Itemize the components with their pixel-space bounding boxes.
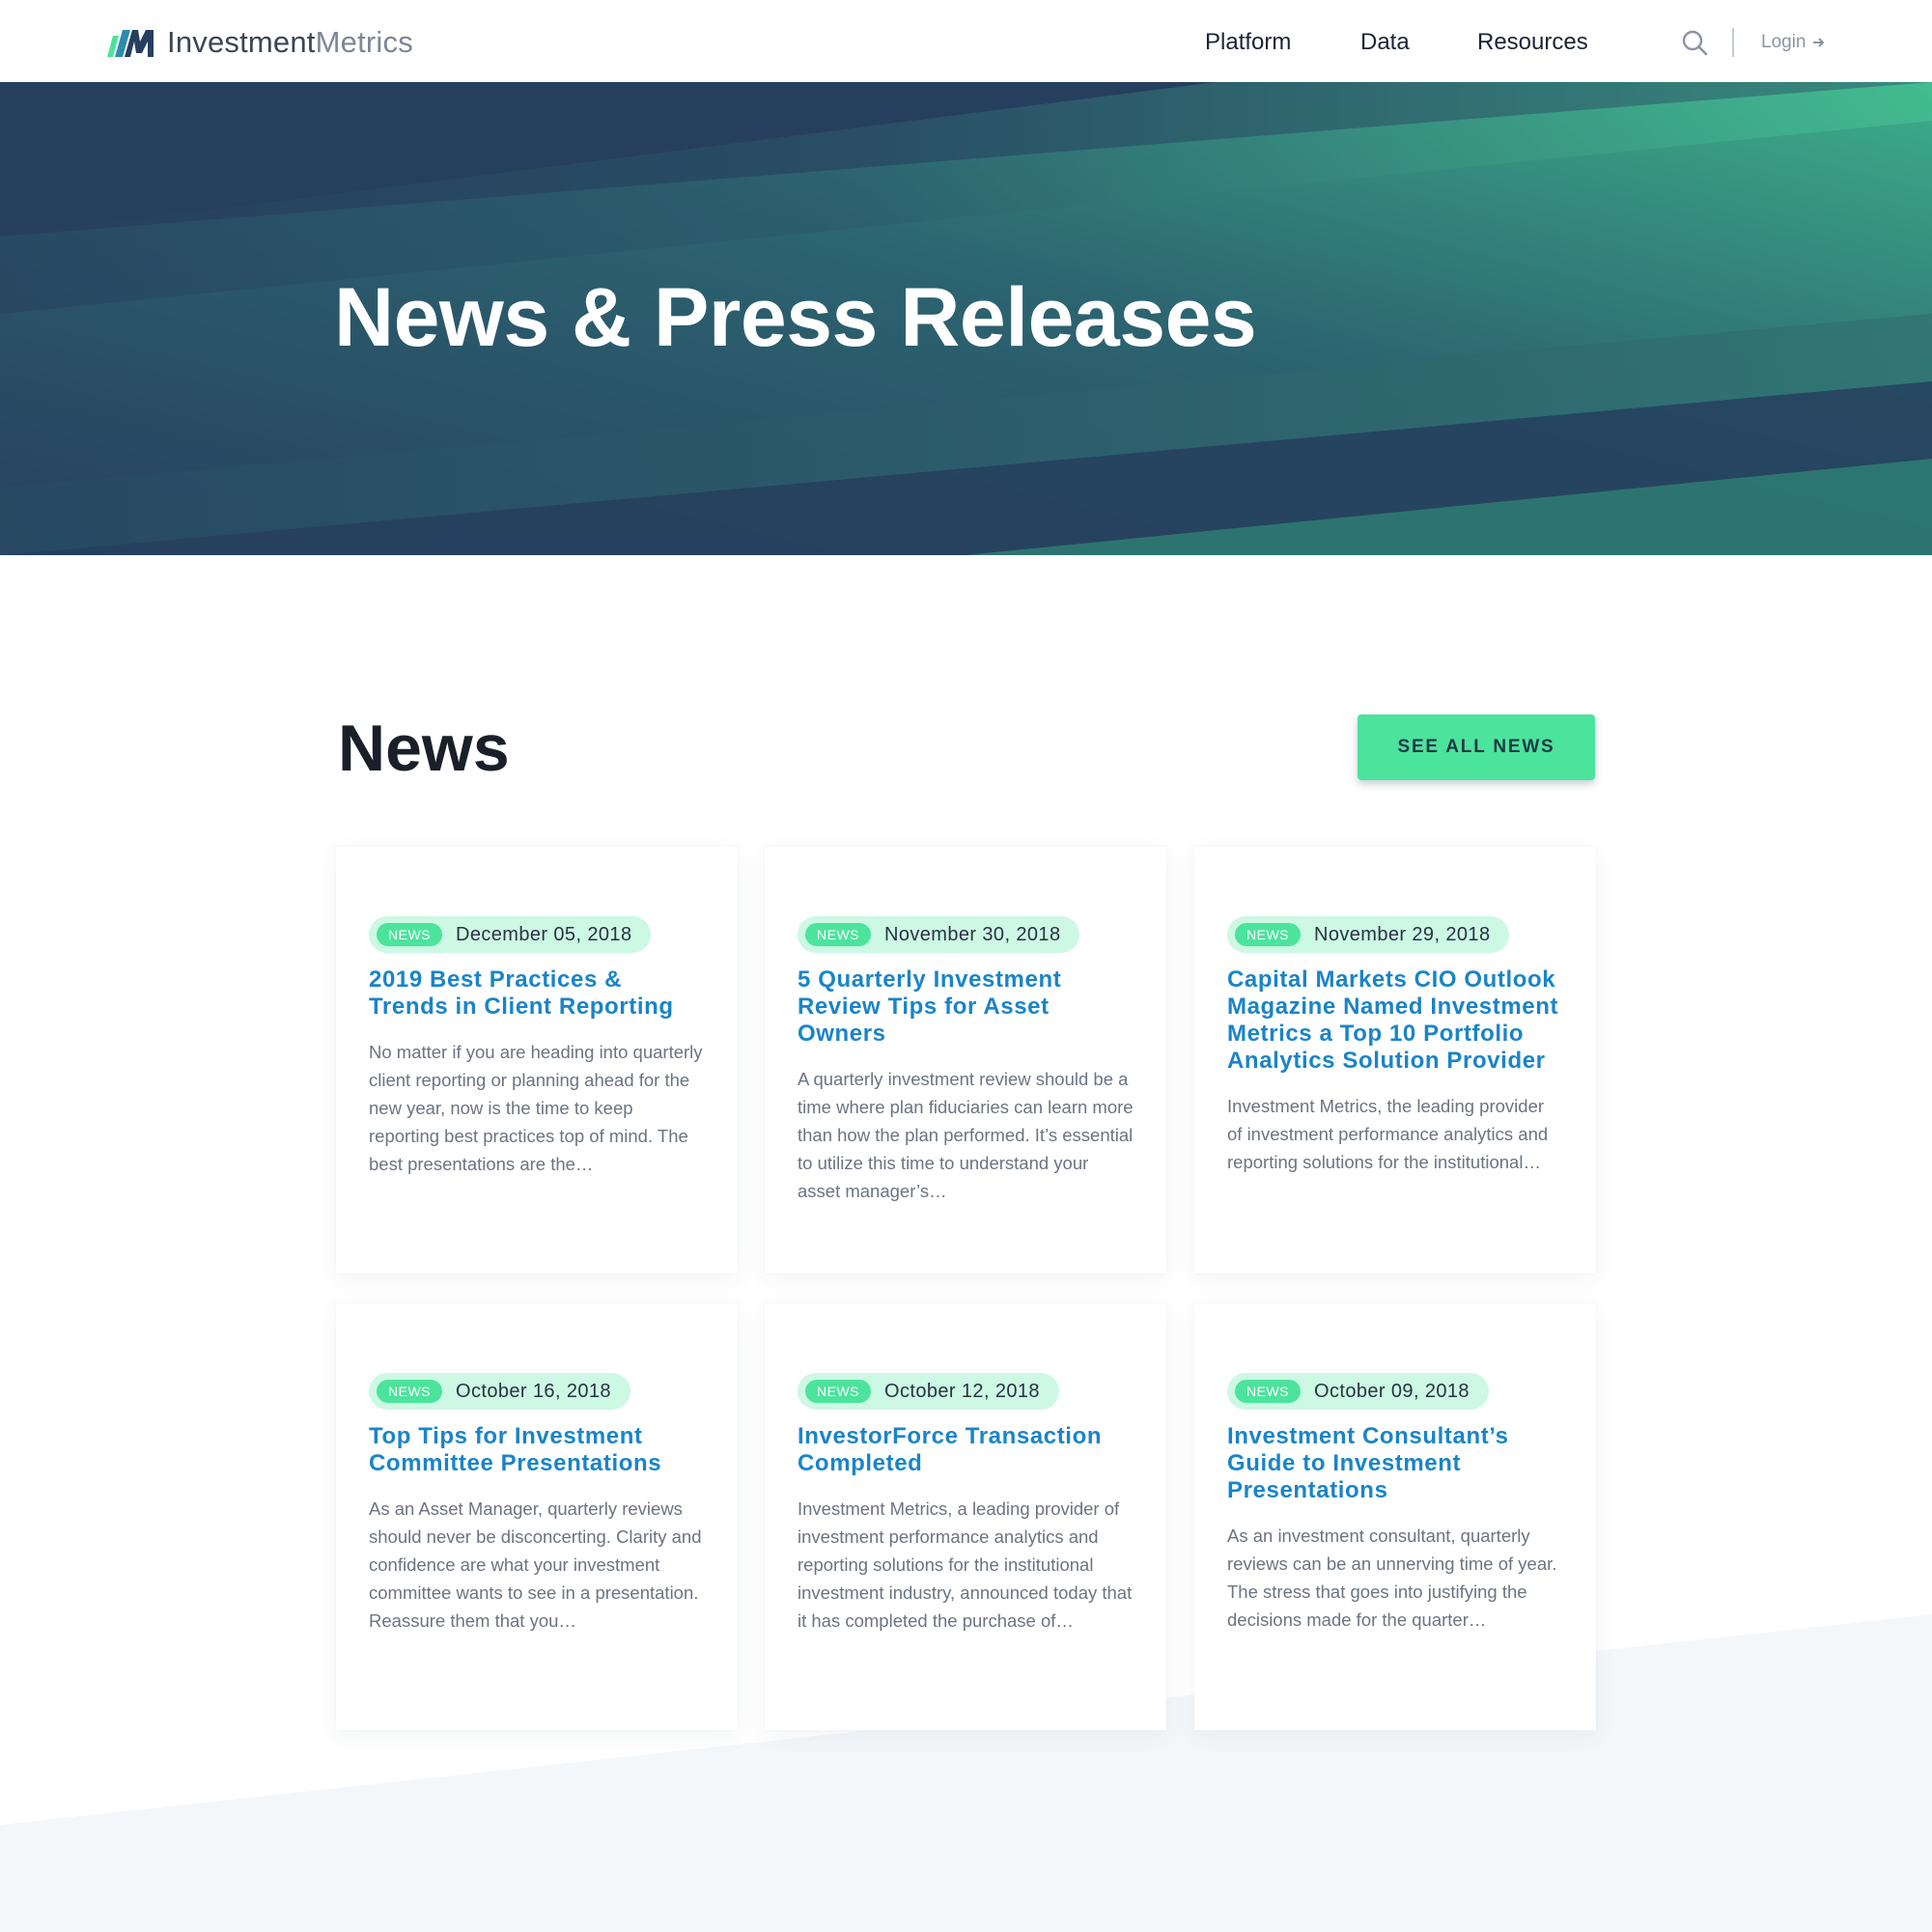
site-header: InvestmentMetrics Platform Data Resource… xyxy=(0,0,1932,82)
logo-text: InvestmentMetrics xyxy=(167,25,413,59)
card-meta: NEWS October 09, 2018 xyxy=(1227,1373,1489,1410)
card-meta: NEWS October 16, 2018 xyxy=(369,1373,630,1410)
card-meta: NEWS November 30, 2018 xyxy=(798,916,1080,953)
nav-resources[interactable]: Resources xyxy=(1477,23,1588,62)
nav-platform[interactable]: Platform xyxy=(1205,23,1291,62)
category-badge: NEWS xyxy=(1235,923,1301,946)
header-divider xyxy=(1732,28,1734,57)
login-label: Login xyxy=(1761,32,1806,52)
card-date: November 30, 2018 xyxy=(884,923,1061,945)
news-card[interactable]: NEWS November 29, 2018 Capital Markets C… xyxy=(1194,847,1596,1274)
card-excerpt: As an Asset Manager, quarterly reviews s… xyxy=(369,1498,702,1631)
logo[interactable]: InvestmentMetrics xyxy=(107,23,413,62)
card-excerpt: No matter if you are heading into quarte… xyxy=(369,1042,703,1174)
section-title: News xyxy=(338,712,510,785)
hero-title: News & Press Releases xyxy=(334,271,1257,364)
card-title[interactable]: Investment Consultant’s Guide to Investm… xyxy=(1227,1423,1563,1504)
card-date: October 12, 2018 xyxy=(884,1380,1040,1402)
card-title[interactable]: Top Tips for Investment Committee Presen… xyxy=(369,1423,705,1477)
hero-banner: News & Press Releases xyxy=(0,82,1932,555)
news-card[interactable]: NEWS October 16, 2018 Top Tips for Inves… xyxy=(336,1303,738,1730)
nav-data[interactable]: Data xyxy=(1360,23,1410,62)
card-excerpt: As an investment consultant, quarterly r… xyxy=(1227,1526,1557,1630)
category-badge: NEWS xyxy=(377,923,442,946)
card-excerpt: Investment Metrics, the leading provider… xyxy=(1227,1096,1549,1172)
card-date: October 16, 2018 xyxy=(456,1380,611,1402)
category-badge: NEWS xyxy=(1235,1380,1301,1403)
card-excerpt: Investment Metrics, a leading provider o… xyxy=(798,1498,1133,1631)
card-title[interactable]: 2019 Best Practices & Trends in Client R… xyxy=(369,966,705,1021)
card-meta: NEWS October 12, 2018 xyxy=(798,1373,1059,1410)
login-link[interactable]: Login xyxy=(1761,27,1826,58)
category-badge: NEWS xyxy=(805,1380,871,1403)
card-excerpt: A quarterly investment review should be … xyxy=(798,1069,1134,1201)
category-badge: NEWS xyxy=(377,1380,442,1403)
news-card[interactable]: NEWS November 30, 2018 5 Quarterly Inves… xyxy=(765,847,1166,1274)
card-date: October 09, 2018 xyxy=(1314,1380,1470,1402)
card-title[interactable]: Capital Markets CIO Outlook Magazine Nam… xyxy=(1227,966,1563,1075)
arrow-right-icon xyxy=(1812,38,1824,47)
card-title[interactable]: InvestorForce Transaction Completed xyxy=(798,1423,1134,1477)
news-card[interactable]: NEWS December 05, 2018 2019 Best Practic… xyxy=(336,847,738,1274)
category-badge: NEWS xyxy=(805,923,871,946)
card-meta: NEWS November 29, 2018 xyxy=(1227,916,1510,953)
card-date: December 05, 2018 xyxy=(456,923,632,945)
card-date: November 29, 2018 xyxy=(1314,923,1491,945)
search-icon[interactable] xyxy=(1681,29,1708,56)
news-card[interactable]: NEWS October 09, 2018 Investment Consult… xyxy=(1194,1303,1596,1730)
news-card[interactable]: NEWS October 12, 2018 InvestorForce Tran… xyxy=(765,1303,1166,1730)
card-meta: NEWS December 05, 2018 xyxy=(369,916,652,953)
see-all-news-button[interactable]: SEE ALL NEWS xyxy=(1358,714,1595,780)
card-title[interactable]: 5 Quarterly Investment Review Tips for A… xyxy=(798,966,1134,1048)
logo-mark-icon xyxy=(107,30,154,57)
